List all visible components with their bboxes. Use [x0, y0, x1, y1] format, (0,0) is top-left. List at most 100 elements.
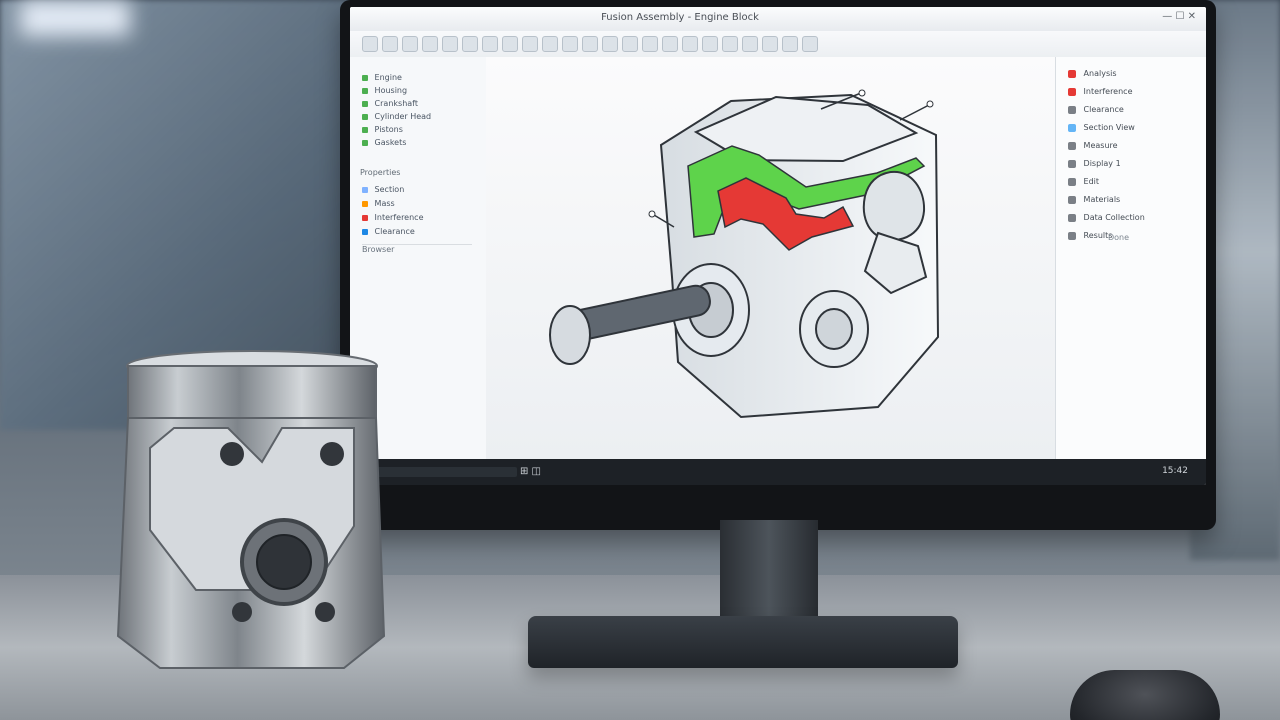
tree-item-marker	[362, 100, 368, 107]
monitor-stand-neck	[720, 520, 818, 626]
tool-button[interactable]	[482, 36, 498, 52]
property-label: Interference	[374, 213, 424, 222]
window-title: Fusion Assembly - Engine Block	[601, 12, 759, 23]
tool-button[interactable]	[522, 36, 538, 52]
tool-button[interactable]	[702, 36, 718, 52]
main-toolbar	[350, 31, 1206, 58]
panel-item-label: Interference	[1083, 87, 1133, 96]
tree-item-pistons[interactable]: Pistons	[362, 125, 403, 135]
panel-item-section-view[interactable]: Section View	[1068, 123, 1135, 137]
piston-hole	[220, 442, 244, 466]
monitor-stand-base	[528, 616, 958, 668]
engine-model	[549, 89, 940, 419]
cad-screen: Fusion Assembly - Engine Block — ☐ ✕ Eng…	[350, 7, 1206, 485]
side-port	[862, 170, 926, 241]
panel-item-materials[interactable]: Materials	[1068, 195, 1120, 209]
tree-item-marker	[362, 139, 368, 146]
warning-icon	[1068, 69, 1076, 78]
tool-button[interactable]	[402, 36, 418, 52]
panel-item-label: Measure	[1083, 141, 1118, 150]
panel-item-measure[interactable]: Measure	[1068, 141, 1118, 155]
title-bar: Fusion Assembly - Engine Block — ☐ ✕	[350, 7, 1206, 32]
display-icon	[1068, 159, 1076, 168]
metal-part	[116, 350, 386, 669]
panel-item-interference[interactable]: Interference	[1068, 87, 1133, 101]
browser-footer: Browser	[362, 244, 472, 255]
property-marker	[362, 200, 368, 207]
tool-button[interactable]	[562, 36, 578, 52]
panel-item-clearance[interactable]: Clearance	[1068, 105, 1124, 119]
panel-footer: Done	[1108, 233, 1130, 242]
tree-item-cylinder-head[interactable]: Cylinder Head	[362, 112, 431, 122]
callout-point	[648, 210, 656, 218]
materials-icon	[1068, 195, 1076, 204]
properties-header: Properties	[360, 168, 401, 177]
section-view-icon	[1068, 123, 1076, 132]
results-icon	[1068, 231, 1076, 240]
tree-item-housing[interactable]: Housing	[362, 86, 407, 96]
interference-icon	[1068, 87, 1076, 96]
rear-bearing-bore	[815, 308, 853, 350]
callout-point	[926, 100, 934, 108]
panel-item-label: Clearance	[1083, 105, 1124, 114]
tree-item-label: Housing	[374, 86, 408, 95]
status-bar: ⊞ ◫ 15:42	[350, 459, 1206, 485]
tree-item-crankshaft[interactable]: Crankshaft	[362, 99, 418, 109]
callout-point	[858, 89, 866, 97]
panel-item-analysis[interactable]: Analysis	[1068, 69, 1117, 83]
property-section[interactable]: Section	[362, 185, 404, 195]
tool-button[interactable]	[722, 36, 738, 52]
tool-button[interactable]	[642, 36, 658, 52]
piston-hole	[315, 602, 335, 622]
panel-item-label: Analysis	[1083, 69, 1117, 78]
tool-button[interactable]	[582, 36, 598, 52]
panel-item-display-1[interactable]: Display 1	[1068, 159, 1121, 173]
tree-item-label: Engine	[374, 73, 402, 82]
panel-item-label: Materials	[1083, 195, 1121, 204]
tool-button[interactable]	[762, 36, 778, 52]
tool-button[interactable]	[662, 36, 678, 52]
property-label: Mass	[374, 199, 395, 208]
tree-item-marker	[362, 87, 368, 94]
property-label: Section	[374, 185, 405, 194]
panel-item-label: Display 1	[1083, 159, 1121, 168]
wrist-pin-hole	[256, 534, 312, 590]
tool-button[interactable]	[502, 36, 518, 52]
tool-button[interactable]	[602, 36, 618, 52]
tool-button[interactable]	[462, 36, 478, 52]
property-interference[interactable]: Interference	[362, 213, 424, 223]
property-marker	[362, 186, 368, 193]
panel-item-label: Data Collection	[1083, 213, 1145, 222]
3d-viewport[interactable]	[486, 57, 1055, 459]
callout-line	[899, 104, 930, 121]
tree-item-engine[interactable]: Engine	[362, 73, 402, 83]
tree-item-marker	[362, 126, 368, 133]
panel-item-results[interactable]: Results	[1068, 231, 1112, 245]
tool-button[interactable]	[422, 36, 438, 52]
panel-item-data-collection[interactable]: Data Collection	[1068, 213, 1145, 227]
measure-icon	[1068, 141, 1076, 150]
tool-button[interactable]	[362, 36, 378, 52]
property-clearance[interactable]: Clearance	[362, 227, 415, 237]
property-mass[interactable]: Mass	[362, 199, 395, 209]
tree-item-gaskets[interactable]: Gaskets	[362, 138, 406, 148]
clearance-icon	[1068, 105, 1076, 114]
status-icons[interactable]: ⊞ ◫	[520, 466, 541, 477]
tool-button[interactable]	[442, 36, 458, 52]
edit-icon	[1068, 177, 1076, 186]
tool-button[interactable]	[542, 36, 558, 52]
tool-button[interactable]	[382, 36, 398, 52]
piston-hole	[232, 602, 252, 622]
tool-button[interactable]	[742, 36, 758, 52]
tool-button[interactable]	[782, 36, 798, 52]
status-time: 15:42	[1162, 466, 1188, 476]
tool-button[interactable]	[802, 36, 818, 52]
tree-item-marker	[362, 113, 368, 120]
crankshaft-flange	[549, 305, 591, 365]
tool-button[interactable]	[682, 36, 698, 52]
tool-button[interactable]	[622, 36, 638, 52]
piston-hole	[320, 442, 344, 466]
tree-item-label: Crankshaft	[374, 99, 418, 108]
panel-item-edit[interactable]: Edit	[1068, 177, 1099, 191]
window-controls[interactable]: — ☐ ✕	[1162, 11, 1196, 22]
